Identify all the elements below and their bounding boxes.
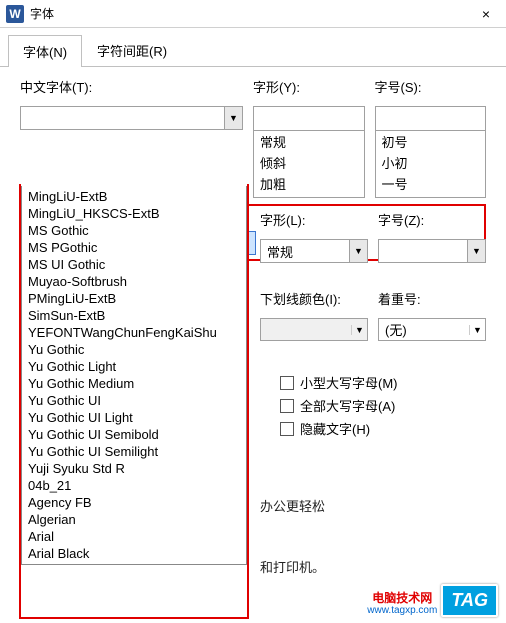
style-input[interactable]: [253, 106, 365, 130]
complex-size-combo[interactable]: ▼: [378, 239, 486, 263]
font-option[interactable]: Agency FB: [22, 494, 246, 511]
font-option[interactable]: Yu Gothic UI Semilight: [22, 443, 246, 460]
check-label: 全部大写字母(A): [300, 396, 395, 415]
tag-badge: TAG: [441, 584, 498, 617]
style-option[interactable]: 加粗: [254, 173, 364, 194]
tabs: 字体(N) 字符间距(R): [0, 28, 506, 67]
emphasis-combo[interactable]: (无)▼: [378, 318, 486, 341]
font-option[interactable]: SimSun-ExtB: [22, 307, 246, 324]
check-allcaps[interactable]: 全部大写字母(A): [280, 394, 486, 417]
label-complex-size: 字号(Z):: [378, 210, 486, 229]
label-cn-font: 中文字体(T):: [20, 77, 243, 96]
font-option[interactable]: Yu Gothic: [22, 341, 246, 358]
checkbox-icon[interactable]: [280, 422, 294, 436]
font-option[interactable]: MS PGothic: [22, 239, 246, 256]
check-label: 小型大写字母(M): [300, 373, 398, 392]
size-option[interactable]: 一号: [376, 173, 486, 194]
preview-text-2: 和打印机。: [260, 557, 486, 576]
size-input[interactable]: [375, 106, 487, 130]
cn-font-combo[interactable]: ▼: [20, 106, 243, 130]
label-complex-style: 字形(L):: [260, 210, 368, 229]
size-option[interactable]: 初号: [376, 131, 486, 152]
style-option[interactable]: 倾斜: [254, 152, 364, 173]
font-option[interactable]: Muyao-Softbrush: [22, 273, 246, 290]
tab-font[interactable]: 字体(N): [8, 35, 82, 67]
label-emphasis: 着重号:: [378, 289, 486, 308]
check-smallcaps[interactable]: 小型大写字母(M): [280, 371, 486, 394]
font-option[interactable]: Algerian: [22, 511, 246, 528]
complex-section: 字形(L): 字号(Z): 常规▼ ▼ 下划线颜色(I): 着重号: ▼ (无)…: [260, 210, 486, 582]
font-option[interactable]: Arial: [22, 528, 246, 545]
check-hidden[interactable]: 隐藏文字(H): [280, 417, 486, 440]
font-option[interactable]: Yu Gothic Medium: [22, 375, 246, 392]
label-underline-color: 下划线颜色(I):: [260, 289, 368, 308]
western-font-dropdown[interactable]: MingLiU-ExtB MingLiU_HKSCS-ExtB MS Gothi…: [21, 186, 247, 565]
font-option[interactable]: MS UI Gothic: [22, 256, 246, 273]
emphasis-value: (无): [379, 320, 469, 339]
check-label: 隐藏文字(H): [300, 419, 370, 438]
watermark-title: 电脑技术网: [367, 591, 437, 605]
chevron-down-icon[interactable]: ▼: [224, 107, 242, 129]
tab-spacing[interactable]: 字符间距(R): [82, 34, 182, 66]
checkbox-icon[interactable]: [280, 399, 294, 413]
style-listbox[interactable]: 常规 倾斜 加粗: [253, 130, 365, 198]
size-option[interactable]: 小初: [376, 152, 486, 173]
font-option[interactable]: Yuji Syuku Std R: [22, 460, 246, 477]
close-button[interactable]: ×: [466, 0, 506, 28]
window-title: 字体: [30, 5, 466, 22]
watermark: 电脑技术网 www.tagxp.com TAG: [367, 584, 498, 617]
style-option[interactable]: 常规: [254, 131, 364, 152]
complex-style-combo[interactable]: 常规▼: [260, 239, 368, 263]
chevron-down-icon[interactable]: ▼: [467, 240, 485, 262]
font-option[interactable]: Arial Black: [22, 545, 246, 562]
chevron-down-icon[interactable]: ▼: [469, 325, 485, 335]
font-option[interactable]: YEFONTWangChunFengKaiShu: [22, 324, 246, 341]
font-option[interactable]: Yu Gothic UI Light: [22, 409, 246, 426]
font-option[interactable]: 04b_21: [22, 477, 246, 494]
title-bar: W 字体 ×: [0, 0, 506, 28]
watermark-url: www.tagxp.com: [367, 605, 437, 617]
chevron-down-icon[interactable]: ▼: [351, 325, 367, 335]
font-option[interactable]: Yu Gothic Light: [22, 358, 246, 375]
font-option[interactable]: PMingLiU-ExtB: [22, 290, 246, 307]
font-option[interactable]: Yu Gothic UI Semibold: [22, 426, 246, 443]
font-option[interactable]: MS Gothic: [22, 222, 246, 239]
app-icon: W: [6, 5, 24, 23]
cn-font-value[interactable]: [21, 107, 224, 129]
preview-text-1: 办公更轻松: [260, 496, 486, 515]
complex-style-value: 常规: [261, 240, 349, 262]
chevron-down-icon[interactable]: ▼: [349, 240, 367, 262]
checkbox-icon[interactable]: [280, 376, 294, 390]
label-style: 字形(Y):: [253, 77, 365, 96]
size-listbox[interactable]: 初号 小初 一号: [375, 130, 487, 198]
underline-color-combo[interactable]: ▼: [260, 318, 368, 341]
font-option[interactable]: MingLiU-ExtB: [22, 188, 246, 205]
font-option[interactable]: Yu Gothic UI: [22, 392, 246, 409]
font-option[interactable]: MingLiU_HKSCS-ExtB: [22, 205, 246, 222]
label-size: 字号(S):: [375, 77, 487, 96]
